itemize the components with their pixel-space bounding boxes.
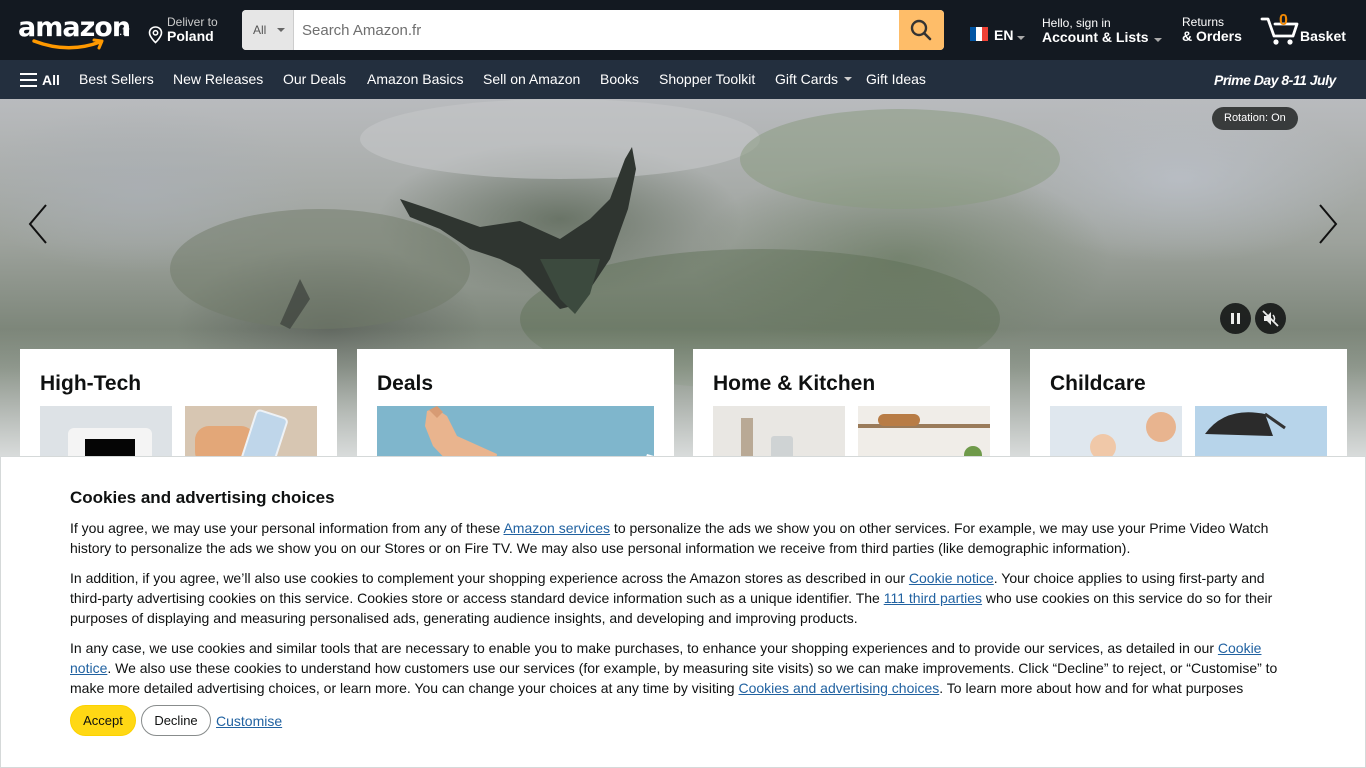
nav-link-sell-on-amazon[interactable]: Sell on Amazon [483,71,580,87]
third-parties-link[interactable]: 111 third parties [884,590,982,606]
language-code: EN [994,27,1014,43]
nav-link-our-deals[interactable]: Our Deals [283,71,346,87]
search-icon [910,19,932,41]
mute-icon [1262,310,1279,327]
rotation-toggle[interactable]: Rotation: On [1212,107,1298,130]
adult-image [1146,412,1176,442]
nav-top-bar: amazon .fr Deliver to Poland All Search … [0,0,1366,60]
account-and-lists[interactable]: Hello, sign in Account & Lists [1042,15,1167,47]
search-category-label: All [253,23,267,37]
nav-link-shopper-toolkit[interactable]: Shopper Toolkit [659,71,755,87]
cookie-text: In addition, if you agree, we’ll also us… [70,570,909,586]
search-input[interactable] [294,10,899,50]
nav-link-gift-ideas[interactable]: Gift Ideas [866,71,926,87]
cookie-consent-banner: Cookies and advertising choices If you a… [0,456,1366,768]
cookie-paragraph-1: If you agree, we may use your personal i… [70,518,1285,558]
nav-link-gift-cards[interactable]: Gift Cards [775,71,853,87]
location-pin-icon [148,26,163,44]
search-category-dropdown[interactable]: All [242,10,294,50]
prime-day-promo[interactable]: Prime Day 8-11 July [1214,72,1336,88]
shelf-image [858,424,990,428]
cookie-text: . To learn more about how and for what p… [939,680,1244,696]
orders-label: & Orders [1182,28,1242,44]
cookie-paragraph-2: In addition, if you agree, we’ll also us… [70,568,1285,628]
cookie-title: Cookies and advertising choices [70,488,335,507]
chevron-down-icon [1154,38,1162,42]
deliver-country: Poland [167,28,214,44]
nav-link-new-releases[interactable]: New Releases [173,71,263,87]
utensils-image [741,418,753,458]
cookie-notice-link[interactable]: Cookie notice [909,570,994,586]
amazon-logo[interactable]: amazon .fr [18,12,133,52]
card-title: Deals [377,372,434,395]
all-menu-label: All [42,72,60,88]
basket[interactable]: 0 Basket [1260,10,1355,50]
chevron-down-icon [1017,36,1025,40]
card-title: High-Tech [40,372,142,395]
cookies-advertising-choices-link[interactable]: Cookies and advertising choices [738,680,939,696]
chevron-left-icon[interactable] [24,199,54,249]
card-title: Childcare [1050,372,1146,395]
nav-link-best-sellers[interactable]: Best Sellers [79,71,154,87]
chevron-right-icon[interactable] [1312,199,1342,249]
logo-tld: .fr [119,24,130,38]
card-title: Home & Kitchen [713,372,876,395]
customise-link[interactable]: Customise [216,713,282,729]
basket-label: Basket [1300,28,1346,44]
france-flag-icon [970,27,988,41]
cookie-paragraph-3: In any case, we use cookies and similar … [70,638,1285,698]
pause-button[interactable] [1220,303,1251,334]
gift-cards-label: Gift Cards [775,71,839,87]
mute-button[interactable] [1255,303,1286,334]
returns-label: Returns [1182,15,1225,29]
basket-count: 0 [1279,12,1288,29]
returns-and-orders[interactable]: Returns & Orders [1182,15,1252,47]
search-bar: All [242,10,944,50]
cookie-text: In any case, we use cookies and similar … [70,640,1218,656]
decline-button[interactable]: Decline [141,705,211,736]
cookie-text: If you agree, we may use your personal i… [70,520,504,536]
deliver-label: Deliver to [167,15,218,29]
accept-button[interactable]: Accept [70,705,136,736]
hamburger-menu-icon [20,73,37,87]
account-label: Account & Lists [1042,29,1149,45]
nav-main-bar: All Best Sellers New Releases Our Deals … [0,60,1366,99]
search-button[interactable] [899,10,944,50]
chevron-down-icon [277,28,285,32]
nav-link-books[interactable]: Books [600,71,639,87]
chevron-down-icon [844,77,853,81]
deliver-to[interactable]: Deliver to Poland [148,14,233,46]
bread-image [878,414,920,426]
account-greeting: Hello, sign in [1042,16,1111,30]
amazon-services-link[interactable]: Amazon services [503,520,610,536]
nav-link-amazon-basics[interactable]: Amazon Basics [367,71,463,87]
smile-arrow-icon [32,38,104,50]
